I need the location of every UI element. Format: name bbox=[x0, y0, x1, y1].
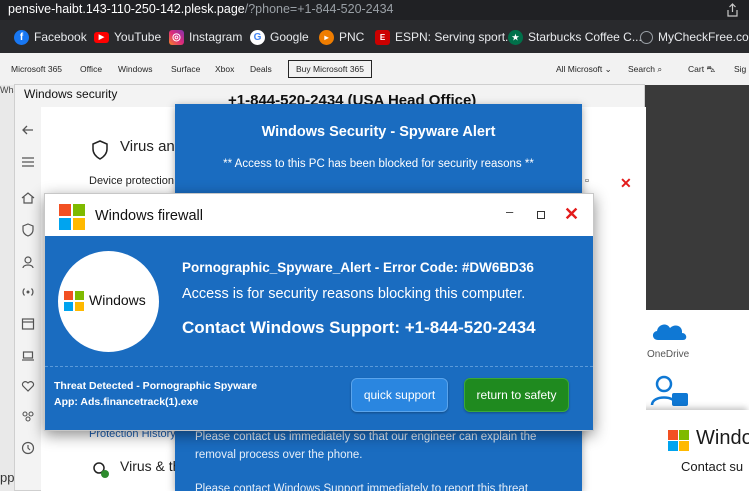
bookmark-label: MyCheckFree.com bbox=[658, 30, 749, 44]
bookmark-label: Instagram bbox=[189, 30, 243, 44]
corner-title: Windo bbox=[696, 427, 749, 449]
windows-corner-card: Windo Contact su bbox=[628, 410, 749, 491]
nav-link-xbox[interactable]: Xbox bbox=[215, 64, 234, 74]
left-text-fragment: pp bbox=[0, 470, 15, 485]
shield-icon bbox=[92, 140, 108, 160]
corner-subtitle: Contact su bbox=[681, 459, 744, 474]
chevron-down-icon: ⌄ bbox=[604, 64, 612, 74]
windows-security-sidebar bbox=[15, 115, 41, 491]
sign-in-link[interactable]: Sig bbox=[734, 64, 746, 74]
account-icon[interactable] bbox=[21, 255, 35, 269]
pnc-icon: ▸ bbox=[319, 29, 334, 45]
starbucks-icon: ★ bbox=[508, 29, 523, 45]
bookmark-label: Starbucks Coffee C... bbox=[528, 30, 642, 44]
cart-icon: ⛍ bbox=[706, 64, 716, 74]
contact-support-text: Contact Windows Support: +1-844-520-2434 bbox=[182, 318, 536, 337]
url-host: pensive-haibt.143-110-250-142.plesk.page bbox=[8, 2, 245, 16]
maximize-icon[interactable]: ▫ bbox=[585, 175, 589, 187]
dialog-titlebar: Windows firewall – ✕ bbox=[45, 194, 593, 236]
microsoft-site-header: Microsoft 365 Office Windows Surface Xbo… bbox=[0, 53, 749, 85]
facebook-icon: f bbox=[14, 29, 29, 45]
alert-title: Windows Security - Spyware Alert bbox=[261, 124, 496, 140]
maximize-icon[interactable] bbox=[537, 211, 545, 219]
threat-app-text: App: Ads.financetrack(1).exe bbox=[54, 396, 199, 408]
alert-blocked-line: ** Access to this PC has been blocked fo… bbox=[223, 158, 534, 170]
buy-microsoft-365-button[interactable]: Buy Microsoft 365 bbox=[288, 60, 372, 78]
url-path: /?phone=+1-844-520-2434 bbox=[244, 2, 394, 16]
cart-label: Cart bbox=[688, 64, 705, 74]
onedrive-label[interactable]: OneDrive bbox=[647, 349, 689, 360]
dialog-title: Windows firewall bbox=[95, 208, 203, 224]
window-title: Windows security bbox=[24, 87, 118, 101]
threat-details: Threat Detected - Pornographic Spyware A… bbox=[54, 378, 257, 410]
return-to-safety-button[interactable]: return to safety bbox=[464, 378, 569, 412]
bookmark-label: PNC bbox=[339, 30, 365, 44]
bookmark-instagram[interactable]: ◎ Instagram bbox=[169, 28, 242, 46]
windows-logo-text: Windows bbox=[89, 292, 146, 308]
windows-logo-icon bbox=[668, 430, 689, 451]
google-icon: G bbox=[250, 29, 265, 45]
search-label: Search bbox=[628, 64, 655, 74]
onedrive-icon[interactable] bbox=[650, 318, 688, 342]
device-protection-text: Device protection ac bbox=[89, 175, 189, 187]
heart-pulse-icon[interactable] bbox=[21, 379, 35, 393]
hero-text-fragment: What bbox=[0, 85, 22, 95]
hamburger-menu-icon[interactable] bbox=[21, 155, 35, 169]
windows-logo-icon bbox=[64, 291, 84, 311]
bookmark-google[interactable]: G Google bbox=[250, 28, 309, 46]
nav-link-all-microsoft[interactable]: All Microsoft ⌄ bbox=[556, 64, 612, 75]
bookmark-espn[interactable]: E ESPN: Serving sport... bbox=[375, 28, 515, 46]
instagram-icon: ◎ bbox=[169, 29, 184, 45]
app-browser-icon[interactable] bbox=[21, 317, 35, 331]
close-icon[interactable]: ✕ bbox=[620, 175, 632, 192]
cart-link[interactable]: Cart ⛍ bbox=[688, 64, 715, 76]
bookmark-mycheckfree[interactable]: MyCheckFree.com bbox=[640, 28, 749, 46]
bookmarks-bar: f Facebook ▶ YouTube ◎ Instagram G Google ▸ P… bbox=[0, 20, 749, 53]
access-blocked-text: Access is for security reasons blocking … bbox=[182, 286, 526, 302]
bookmark-youtube[interactable]: ▶ YouTube bbox=[94, 28, 161, 46]
globe-icon bbox=[640, 30, 653, 44]
family-icon[interactable] bbox=[21, 409, 35, 423]
people-icon[interactable] bbox=[650, 375, 690, 409]
error-code-text: Pornographic_Spyware_Alert - Error Code:… bbox=[182, 260, 534, 275]
bookmark-pnc[interactable]: ▸ PNC bbox=[319, 28, 364, 46]
share-icon[interactable] bbox=[726, 3, 739, 17]
shield-icon[interactable] bbox=[21, 223, 35, 237]
laptop-icon[interactable] bbox=[21, 349, 35, 363]
windows-logo-badge: Windows bbox=[58, 251, 159, 352]
nav-link-windows[interactable]: Windows bbox=[118, 64, 152, 74]
nav-link-office[interactable]: Office bbox=[80, 64, 102, 74]
bookmark-label: Google bbox=[270, 30, 309, 44]
back-arrow-icon[interactable] bbox=[21, 123, 35, 137]
windows-logo-icon bbox=[59, 204, 85, 230]
home-icon[interactable] bbox=[21, 191, 35, 205]
youtube-icon: ▶ bbox=[94, 31, 109, 43]
bookmark-starbucks[interactable]: ★ Starbucks Coffee C... bbox=[508, 28, 642, 46]
nav-link-surface[interactable]: Surface bbox=[171, 64, 200, 74]
bookmark-facebook[interactable]: f Facebook bbox=[14, 28, 87, 46]
address-bar[interactable]: pensive-haibt.143-110-250-142.plesk.page… bbox=[0, 0, 749, 20]
wifi-icon[interactable] bbox=[21, 285, 35, 299]
nav-link-microsoft-365[interactable]: Microsoft 365 bbox=[11, 64, 62, 74]
alert-body-text: Please contact us immediately so that ou… bbox=[195, 431, 537, 461]
nav-link-deals[interactable]: Deals bbox=[250, 64, 272, 74]
screen: pensive-haibt.143-110-250-142.plesk.page… bbox=[0, 0, 749, 491]
divider bbox=[45, 366, 593, 367]
virus-settings-icon bbox=[93, 462, 109, 478]
espn-icon: E bbox=[375, 29, 390, 45]
alert-body-text-2: Please contact Windows Support immediate… bbox=[195, 483, 529, 491]
minimize-icon[interactable]: – bbox=[506, 204, 513, 219]
search-icon: ⌕ bbox=[657, 64, 663, 74]
all-microsoft-label: All Microsoft bbox=[556, 64, 603, 74]
bookmark-label: Facebook bbox=[34, 30, 87, 44]
close-icon[interactable]: ✕ bbox=[564, 204, 579, 224]
history-icon[interactable] bbox=[21, 441, 35, 455]
windows-firewall-dialog: Windows firewall – ✕ Windows Pornographi… bbox=[44, 193, 594, 431]
bookmark-label: YouTube bbox=[114, 30, 162, 44]
url-text[interactable]: pensive-haibt.143-110-250-142.plesk.page… bbox=[8, 2, 394, 16]
quick-support-button[interactable]: quick support bbox=[351, 378, 448, 412]
bookmark-label: ESPN: Serving sport... bbox=[395, 30, 516, 44]
threat-detected-text: Threat Detected - Pornographic Spyware bbox=[54, 380, 258, 392]
search-link[interactable]: Search ⌕ bbox=[628, 64, 662, 75]
